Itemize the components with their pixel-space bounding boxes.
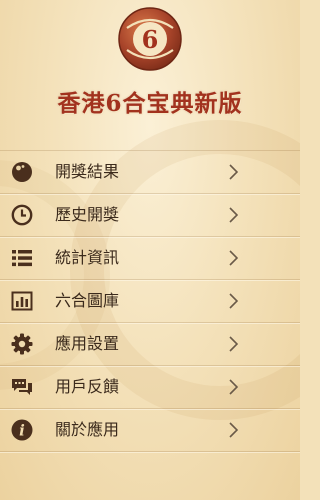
lottery-ball-logo-icon: 6 <box>118 7 182 71</box>
gear-icon <box>10 332 34 356</box>
svg-text:i: i <box>19 422 25 440</box>
chevron-right-icon <box>229 207 238 223</box>
menu-item-settings[interactable]: 應用設置 <box>0 323 300 366</box>
logo-container: 6 <box>0 6 300 72</box>
svg-text:6: 6 <box>142 25 159 54</box>
menu-item-label: 六合圖庫 <box>55 291 120 310</box>
menu-item-label: 歷史開獎 <box>55 205 120 224</box>
menu-item-label: 應用設置 <box>55 334 120 353</box>
menu-item-about[interactable]: i 關於應用 <box>0 409 300 452</box>
chevron-right-icon <box>229 336 238 352</box>
clock-icon <box>10 203 34 227</box>
menu-item-label: 用戶反饋 <box>55 377 120 396</box>
menu-item-label: 關於應用 <box>55 420 120 439</box>
info-icon: i <box>10 418 34 442</box>
menu-item-draw-results[interactable]: 開獎結果 <box>0 151 300 194</box>
chevron-right-icon <box>229 250 238 266</box>
menu-item-statistics[interactable]: 統計資訊 <box>0 237 300 280</box>
list-icon <box>10 246 34 270</box>
app-title: 香港6合宝典新版 <box>57 90 243 117</box>
menu-item-gallery[interactable]: 六合圖庫 <box>0 280 300 323</box>
menu-item-feedback[interactable]: 用戶反饋 <box>0 366 300 409</box>
chevron-right-icon <box>229 422 238 438</box>
main-menu: 開獎結果 歷史開獎 統計資訊 六合圖庫 應用設置 用戶反饋 i 關於應用 <box>0 150 300 452</box>
chevron-right-icon <box>229 293 238 309</box>
ball-icon <box>10 160 34 184</box>
chevron-right-icon <box>229 164 238 180</box>
menu-item-label: 開獎結果 <box>55 162 120 181</box>
chat-icon <box>10 375 34 399</box>
menu-item-history[interactable]: 歷史開獎 <box>0 194 300 237</box>
main-menu-screen: 6 香港6合宝典新版 開獎結果 歷史開獎 統計資訊 六合圖庫 應用設置 用戶反饋… <box>0 0 300 500</box>
menu-item-label: 統計資訊 <box>55 248 120 267</box>
chart-icon <box>10 289 34 313</box>
chevron-right-icon <box>229 379 238 395</box>
